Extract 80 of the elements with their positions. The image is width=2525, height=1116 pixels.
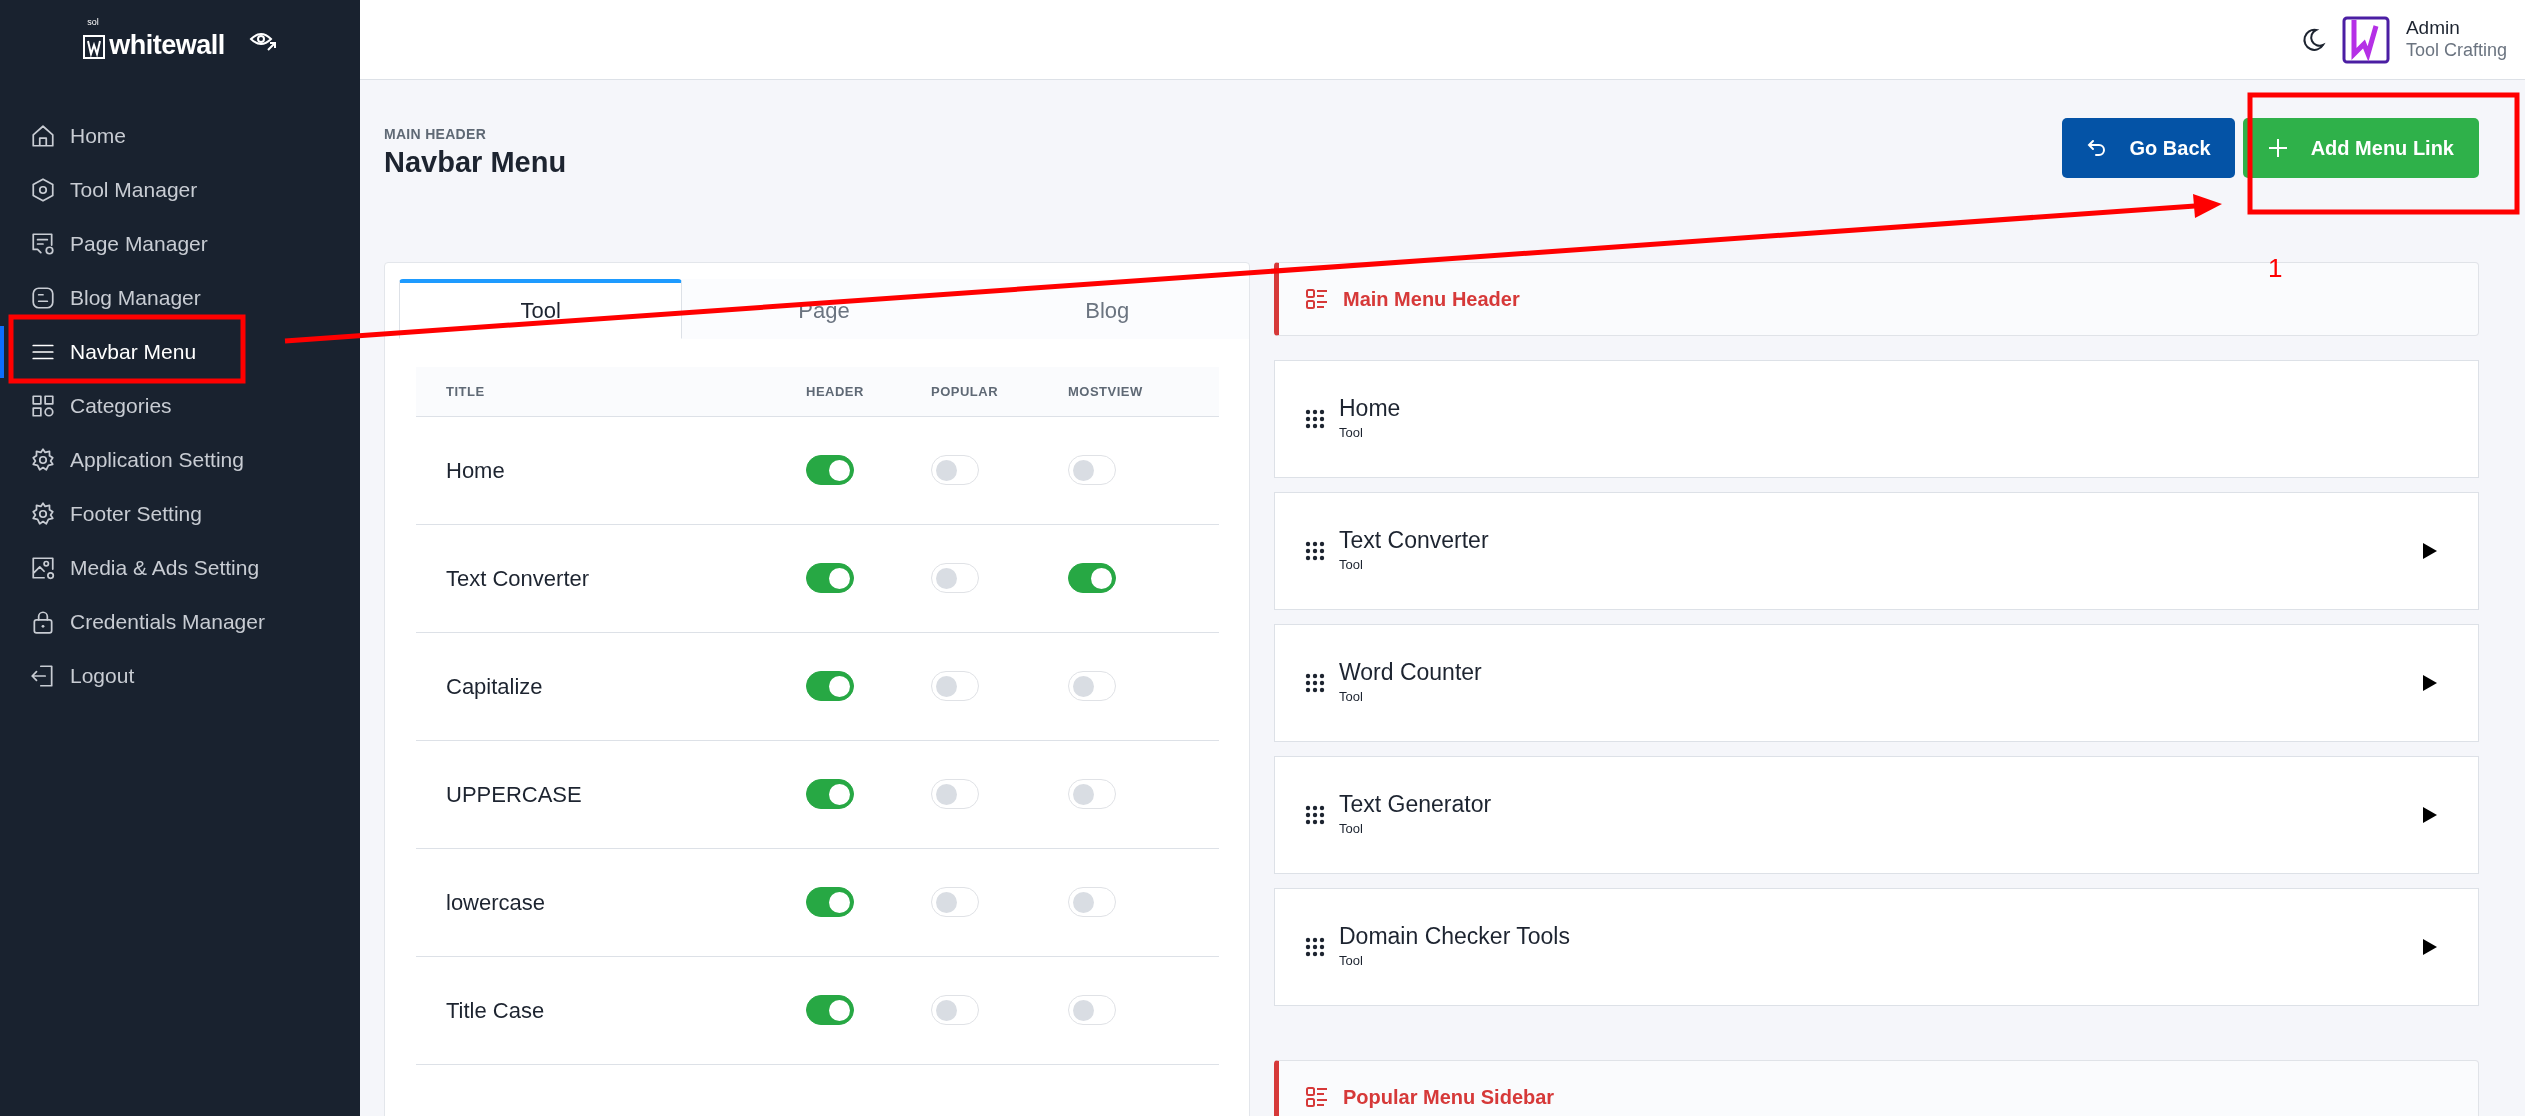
drag-handle-icon[interactable] <box>1305 936 1325 957</box>
section-title: Main Menu Header <box>1343 286 1520 312</box>
drag-handle-icon[interactable] <box>1305 672 1325 693</box>
column-header: HEADER <box>806 382 865 401</box>
logo-superscript: sol <box>87 17 99 27</box>
column-header: TITLE <box>446 382 486 401</box>
menu-item-type: Tool <box>1339 423 1364 442</box>
column-header: MOSTVIEW <box>1068 382 1144 401</box>
blog-icon <box>30 285 56 311</box>
sidebar-item[interactable]: Categories <box>0 380 360 432</box>
annotation-label: 1 <box>2268 253 2283 283</box>
page-title: Navbar Menu <box>384 145 567 180</box>
toggle-switch[interactable] <box>806 995 854 1026</box>
go-back-button[interactable]: Go Back <box>2061 118 2235 178</box>
drag-handle-icon[interactable] <box>1305 408 1325 429</box>
hexagon-icon <box>30 177 56 203</box>
table-cell-text: UPPERCASE <box>446 780 583 809</box>
logo-text: whitewall <box>109 31 225 59</box>
message-gear-icon <box>30 231 56 257</box>
tab[interactable]: Tool <box>399 278 683 339</box>
menu-item-title: Word Counter <box>1339 659 1483 687</box>
sidebar-item[interactable]: Footer Setting <box>0 488 360 540</box>
grid-icon <box>30 393 56 419</box>
menu-item-title: Text Generator <box>1339 791 1493 819</box>
sidebar-item[interactable]: Blog Manager <box>0 272 360 324</box>
menu-item-card[interactable]: Home Tool <box>1274 359 2479 478</box>
tab[interactable]: Blog <box>965 278 1249 339</box>
sidebar-item[interactable]: Navbar Menu <box>0 326 360 378</box>
table-cell-text: Home <box>446 456 506 485</box>
toggle-switch[interactable] <box>1068 563 1116 594</box>
expand-arrow-icon[interactable] <box>2422 673 2438 692</box>
sidebar-item[interactable]: Logout <box>0 650 360 702</box>
table-cell-text: lowercase <box>446 888 547 917</box>
toggle-switch[interactable] <box>806 671 854 702</box>
menu-item-card[interactable]: Word Counter Tool <box>1274 623 2479 742</box>
sidebar-item[interactable]: Media & Ads Setting <box>0 542 360 594</box>
settings-icon <box>30 501 56 527</box>
lock-icon <box>30 609 56 635</box>
expand-arrow-icon[interactable] <box>2422 541 2438 560</box>
list-icon <box>1305 1085 1329 1108</box>
expand-arrow-icon[interactable] <box>2422 937 2438 956</box>
sidebar-item[interactable]: Tool Manager <box>0 164 360 216</box>
logo-icon <box>83 34 106 59</box>
menu-item-title: Home <box>1339 395 1402 423</box>
drag-handle-icon[interactable] <box>1305 540 1325 561</box>
sidebar-item[interactable]: Home <box>0 110 360 162</box>
menu-item-card[interactable]: Text Converter Tool <box>1274 491 2479 610</box>
toggle-switch[interactable] <box>806 887 854 918</box>
settings-icon <box>30 447 56 473</box>
home-icon <box>30 123 56 149</box>
section-title: Popular Menu Sidebar <box>1343 1084 1555 1110</box>
menu-item-type: Tool <box>1339 951 1364 970</box>
sidebar-item[interactable]: Page Manager <box>0 218 360 270</box>
menu-item-type: Tool <box>1339 555 1364 574</box>
menu-item-title: Text Converter <box>1339 527 1490 555</box>
table-cell-text: Text Converter <box>446 564 591 593</box>
menu-item-card[interactable]: Text Generator Tool <box>1274 755 2479 874</box>
toggle-switch[interactable] <box>806 779 854 810</box>
user-role: Tool Crafting <box>2405 40 2507 62</box>
plus-icon <box>2266 137 2289 159</box>
table-cell-text: Capitalize <box>446 672 544 701</box>
undo-icon <box>2085 137 2108 159</box>
column-header: POPULAR <box>931 382 1000 401</box>
expand-arrow-icon[interactable] <box>2422 805 2438 824</box>
toggle-switch[interactable] <box>806 563 854 594</box>
logout-icon <box>30 663 56 689</box>
sidebar-item[interactable]: Credentials Manager <box>0 596 360 648</box>
drag-handle-icon[interactable] <box>1305 804 1325 825</box>
user-name: Admin <box>2405 17 2461 41</box>
list-icon <box>1305 287 1329 310</box>
page-eyebrow: MAIN HEADER <box>384 125 488 144</box>
image-icon <box>30 555 56 581</box>
menu-item-title: Domain Checker Tools <box>1339 923 1571 951</box>
toggle-switch[interactable] <box>806 455 854 486</box>
menu-item-type: Tool <box>1339 819 1364 838</box>
avatar-logo-icon[interactable] <box>2341 15 2390 64</box>
sidebar-item[interactable]: Application Setting <box>0 434 360 486</box>
table-cell-text: Title Case <box>446 996 546 1025</box>
menu-item-card[interactable]: Domain Checker Tools Tool <box>1274 887 2479 1006</box>
menu-item-type: Tool <box>1339 687 1364 706</box>
